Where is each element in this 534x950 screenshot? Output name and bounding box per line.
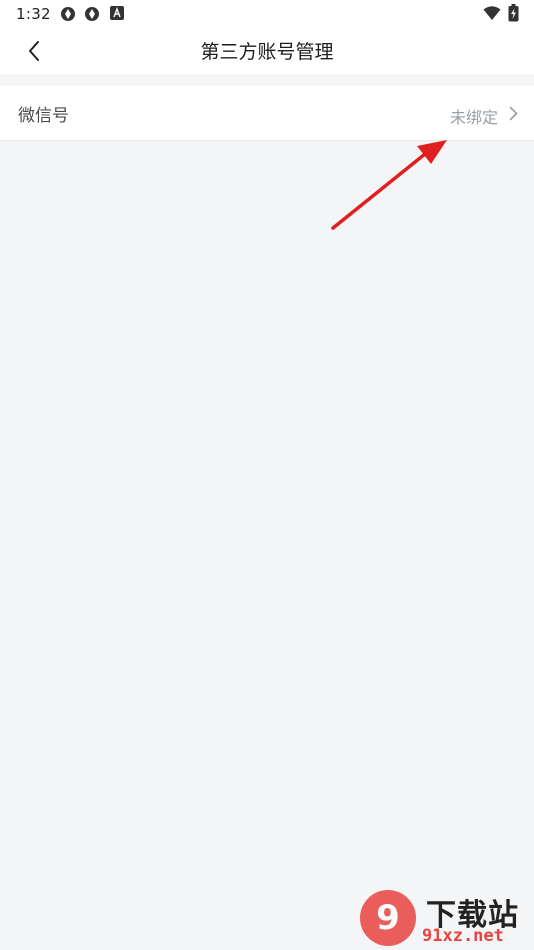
watermark: 9 下载站 91xz.net [360, 890, 534, 950]
wechat-account-row[interactable]: 微信号 未绑定 [0, 86, 534, 141]
status-time: 1:32 [16, 5, 51, 23]
watermark-logo: 9 [360, 890, 416, 946]
vpn-icon [85, 7, 99, 21]
chevron-right-icon [509, 106, 518, 121]
status-bar: 1:32 [0, 0, 534, 28]
a-app-icon [110, 6, 124, 20]
vpn-icon [61, 7, 75, 21]
page-title: 第三方账号管理 [200, 41, 334, 63]
account-label: 微信号 [18, 106, 69, 126]
annotation-arrow-icon [331, 140, 447, 230]
battery-charging-icon [508, 4, 519, 22]
bind-status: 未绑定 [449, 108, 498, 127]
watermark-domain: 91xz.net [422, 926, 504, 946]
wifi-icon [483, 6, 501, 20]
nav-bar: 第三方账号管理 [0, 28, 534, 74]
